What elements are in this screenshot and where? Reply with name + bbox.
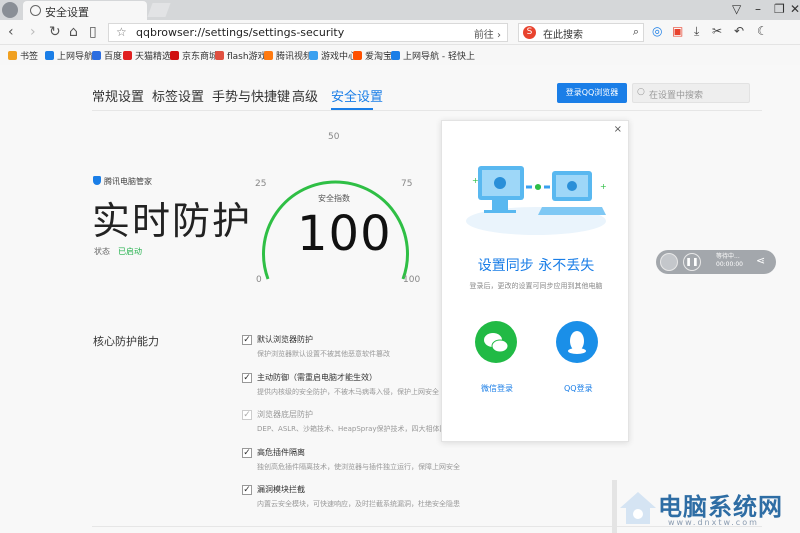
option-title: 默认浏览器防护 — [257, 335, 313, 344]
tab-title: 安全设置 — [45, 6, 89, 19]
sogou-icon[interactable]: S — [523, 26, 536, 39]
gauge-tick-label: 50 — [328, 132, 340, 142]
svg-text:+: + — [472, 176, 479, 185]
reader-mode-icon[interactable]: ▯ — [89, 23, 97, 41]
qq-penguin-icon — [568, 331, 586, 354]
bookmark-item[interactable]: 京东商城 — [170, 49, 218, 62]
bookmark-item[interactable]: 腾讯视频 — [264, 49, 312, 62]
search-box[interactable]: S 在此搜索 ⌕ — [518, 23, 644, 42]
go-label: 前往 — [473, 30, 494, 41]
bookmark-item[interactable]: 游戏中心 — [309, 49, 357, 62]
bookmark-item[interactable]: 上网导航 - 轻快上 — [391, 49, 475, 62]
watermark-url: www.dnxtw.com — [668, 518, 759, 527]
gauge-tick-label: 100 — [403, 275, 421, 285]
sync-devices-illustration-icon: + + — [466, 166, 607, 235]
core-protection-title: 核心防护能力 — [93, 335, 159, 348]
minimize-button[interactable]: – — [755, 2, 761, 16]
screenshot-icon[interactable]: ✂ — [712, 24, 722, 38]
settings-page: 常规设置 标签设置 手势与快捷键 高级 安全设置 登录QQ浏览器 ○ 在设置中搜… — [0, 65, 800, 533]
option-title: 主动防御（需重启电脑才能生效） — [257, 373, 377, 382]
popup-title: 设置同步 永不丢失 — [477, 258, 595, 274]
bookmark-favicon-icon — [123, 51, 132, 60]
share-icon[interactable]: ⋖ — [756, 254, 765, 267]
option-description: 内置云安全模块，可快速响应，及时拦截系统漏洞，杜绝安全隐患 — [257, 500, 460, 508]
browser-logo-icon[interactable] — [2, 2, 18, 18]
bookmark-favicon-icon — [215, 51, 224, 60]
option-description: DEP、ASLR、沙箱技术、HeapSpray保护技术，四大相体防护... — [257, 425, 461, 433]
bookmark-folder-icon — [8, 51, 17, 60]
gauge-tick-label: 75 — [401, 179, 413, 189]
bookmark-favicon-icon — [264, 51, 273, 60]
popup-subtitle: 登录后，更改的设置可同步应用到其他电脑 — [469, 282, 603, 290]
wechat-icon — [484, 333, 509, 353]
option-description: 提供内核级的安全防护，不被木马病毒入侵，保护上网安全 — [257, 388, 439, 396]
scrollbar[interactable] — [612, 480, 617, 533]
record-icon[interactable] — [660, 253, 678, 271]
close-window-button[interactable]: ✕ — [790, 2, 800, 16]
bookmark-favicon-icon — [309, 51, 318, 60]
skin-icon[interactable]: ▽ — [732, 2, 741, 16]
search-input[interactable]: 在此搜索 — [543, 26, 583, 41]
option-description: 独创高危插件隔离技术，使浏览器与插件独立运行，保障上网安全 — [257, 463, 460, 471]
bookmark-item[interactable]: 天猫精选 — [123, 49, 171, 62]
bookmark-item[interactable]: 百度 — [92, 49, 122, 62]
media-status: 等待中... 00:00:00 — [716, 253, 743, 268]
pause-icon[interactable]: ❚❚ — [683, 253, 701, 271]
bookmark-item[interactable]: 爱淘宝 — [353, 49, 392, 62]
checkbox[interactable]: ✓ — [242, 335, 252, 345]
media-player-widget: ❚❚ 等待中... 00:00:00 ⋖ — [656, 250, 776, 274]
new-tab-button[interactable] — [147, 3, 171, 17]
option-title: 漏洞模块拦截 — [257, 485, 305, 494]
checkbox[interactable]: ✓ — [242, 485, 252, 495]
option-description: 保护浏览器默认设置不被其他恶意软件篡改 — [257, 350, 390, 358]
extension-icon[interactable]: ◎ — [652, 24, 662, 38]
qq-login-label[interactable]: QQ登录 — [564, 383, 593, 394]
sync-login-popup: × + + 设置同步 永不丢失 登录后，更改的设置可同步应用到其他电脑 微信登录… — [441, 120, 629, 442]
bookmark-favicon-icon — [170, 51, 179, 60]
security-index-label: 安全指数 — [318, 194, 350, 203]
home-icon[interactable]: ⌂ — [69, 23, 78, 41]
option-title: 高危插件隔离 — [257, 448, 305, 457]
refresh-icon[interactable]: ↻ — [49, 23, 61, 41]
wechat-login-label[interactable]: 微信登录 — [481, 383, 513, 394]
divider — [92, 526, 762, 527]
security-index-value: 100 — [297, 206, 392, 262]
tab-bar: 安全设置 × ▽ – ❐ ✕ — [0, 0, 800, 20]
qq-login-button[interactable] — [556, 321, 598, 363]
go-button[interactable]: 前往 › — [474, 26, 501, 41]
download-icon[interactable]: ⤓ — [694, 24, 699, 39]
undo-icon[interactable]: ↶ — [734, 24, 744, 38]
address-bar[interactable]: ☆ qqbrowser://settings/settings-security… — [108, 23, 508, 42]
forward-icon[interactable]: › — [30, 23, 36, 41]
search-icon[interactable]: ⌕ — [633, 25, 639, 39]
back-icon[interactable]: ‹ — [8, 23, 14, 41]
bookmark-favicon-icon — [391, 51, 400, 60]
translate-icon[interactable]: ▣ — [672, 24, 683, 38]
checkbox[interactable]: ✓ — [242, 410, 252, 420]
checkbox[interactable]: ✓ — [242, 448, 252, 458]
bookmark-favicon-icon — [45, 51, 54, 60]
bookmark-item[interactable]: flash游戏 — [215, 49, 267, 62]
bookmark-item[interactable]: 上网导航 — [45, 49, 93, 62]
bookmark-star-icon[interactable]: ☆ — [116, 25, 127, 39]
watermark-house-logo-icon — [620, 492, 656, 524]
watermark-text: 电脑系统网 — [658, 492, 783, 521]
tab-security-settings[interactable]: 安全设置 × — [23, 1, 160, 20]
settings-gear-icon — [30, 5, 41, 16]
svg-text:+: + — [600, 182, 607, 191]
checkbox[interactable]: ✓ — [242, 373, 252, 383]
navigation-bar: ‹ › ↻ ⌂ ▯ ☆ qqbrowser://settings/setting… — [0, 20, 800, 45]
address-url[interactable]: qqbrowser://settings/settings-security — [136, 26, 344, 39]
maximize-button[interactable]: ❐ — [774, 2, 785, 16]
wechat-login-button[interactable] — [475, 321, 517, 363]
option-title: 浏览器底层防护 — [257, 410, 313, 419]
gauge-tick-label: 25 — [255, 179, 267, 189]
bookmark-favicon-icon — [353, 51, 362, 60]
gauge-tick-label: 0 — [256, 275, 262, 285]
bookmarks-bar: 书签 上网导航 百度 天猫精选 京东商城 flash游戏 腾讯视频 游戏中心 爱… — [0, 46, 800, 65]
night-mode-icon[interactable]: ☾ — [757, 24, 768, 38]
bookmark-favicon-icon — [92, 51, 101, 60]
bookmark-item[interactable]: 书签 — [8, 49, 38, 62]
